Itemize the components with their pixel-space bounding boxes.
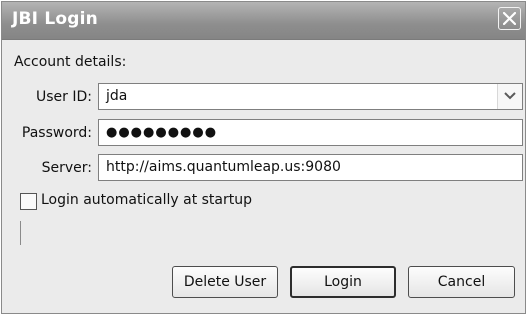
close-button[interactable] (498, 7, 521, 30)
user-id-label: User ID: (36, 89, 92, 105)
password-value: ●●●●●●●●● (106, 125, 218, 140)
password-field[interactable]: ●●●●●●●●● (98, 119, 523, 146)
cancel-button[interactable]: Cancel (408, 266, 515, 298)
server-label: Server: (41, 160, 92, 176)
user-id-dropdown-button[interactable] (497, 84, 522, 109)
server-field[interactable]: http://aims.quantumleap.us:9080 (98, 154, 523, 181)
user-id-combobox[interactable]: jda (98, 83, 523, 110)
password-label: Password: (21, 125, 92, 141)
server-value: http://aims.quantumleap.us:9080 (106, 159, 341, 175)
account-details-label: Account details: (14, 54, 127, 70)
login-button[interactable]: Login (290, 266, 396, 298)
window-title: JBI Login (12, 9, 98, 29)
status-indicator (20, 221, 21, 245)
close-icon (503, 12, 516, 25)
auto-login-checkbox[interactable] (20, 193, 37, 210)
auto-login-label[interactable]: Login automatically at startup (41, 192, 252, 208)
delete-user-button[interactable]: Delete User (172, 266, 278, 298)
login-dialog: JBI Login Account details: User ID: jda … (1, 1, 526, 314)
title-bar[interactable]: JBI Login (2, 2, 525, 40)
user-id-value: jda (106, 88, 128, 104)
chevron-down-icon (504, 92, 516, 100)
